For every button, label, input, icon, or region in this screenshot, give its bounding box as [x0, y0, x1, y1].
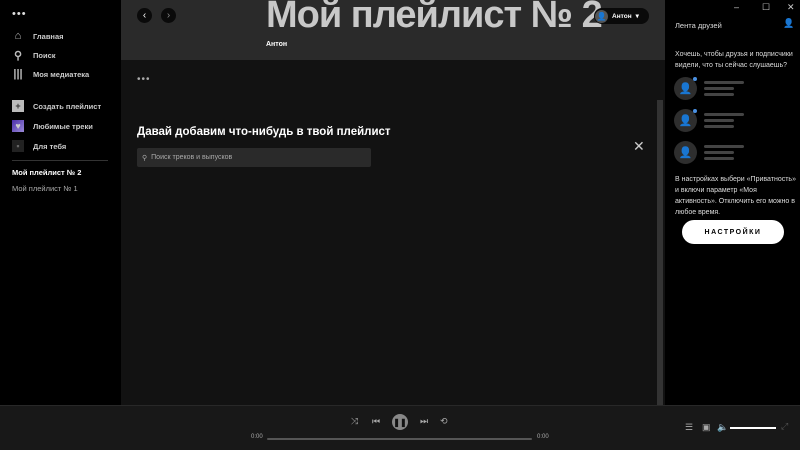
shuffle-icon[interactable]: ⤨: [351, 416, 358, 427]
user-icon: 👤: [674, 109, 697, 132]
close-window-button[interactable]: ✕: [787, 2, 795, 13]
playlist-item[interactable]: Мой плейлист № 2: [12, 168, 81, 177]
nav-label: Для тебя: [33, 141, 67, 151]
search-icon: ⚲: [13, 49, 23, 62]
settings-button[interactable]: НАСТРОЙКИ: [682, 220, 784, 244]
friends-question: Хочешь, чтобы друзья и подписчики видели…: [675, 51, 793, 69]
avatar: 👤: [595, 9, 608, 23]
back-button[interactable]: ‹: [137, 8, 152, 23]
home-icon: ⌂: [14, 30, 22, 42]
fullscreen-icon[interactable]: ⤢: [781, 421, 788, 432]
friend-placeholder: 👤: [674, 77, 744, 100]
nav-label: Главная: [33, 31, 64, 41]
heart-icon: ♥: [12, 120, 24, 132]
for-you-button[interactable]: ▪ Для тебя: [12, 140, 66, 152]
pause-button[interactable]: ❚❚: [392, 414, 408, 430]
nav-label: Создать плейлист: [33, 101, 102, 111]
forward-button[interactable]: ›: [161, 8, 176, 23]
liked-songs-button[interactable]: ♥ Любимые треки: [12, 120, 93, 132]
playlist-item[interactable]: Мой плейлист № 1: [12, 184, 78, 193]
library-icon: |||: [13, 68, 23, 80]
minimize-button[interactable]: –: [734, 2, 739, 12]
player-bar: ⤨ ⏮ ❚❚ ⏭ ⟲ 0:00 0:00 ☰ ▣ 🔈 ⤢: [0, 405, 800, 450]
more-options-button[interactable]: •••: [137, 74, 151, 85]
user-icon: 👤: [674, 77, 697, 100]
duration: 0:00: [537, 434, 549, 440]
scrollbar[interactable]: [657, 100, 663, 405]
create-playlist-button[interactable]: + Создать плейлист: [12, 100, 101, 112]
track-search[interactable]: ⚲: [137, 148, 371, 167]
search-input[interactable]: [151, 154, 352, 161]
plus-icon: +: [12, 100, 24, 112]
nav-home[interactable]: ⌂ Главная: [12, 30, 64, 42]
volume-icon[interactable]: 🔈: [717, 422, 728, 433]
next-icon[interactable]: ⏭: [420, 416, 428, 427]
nav-search[interactable]: ⚲ Поиск: [12, 49, 56, 62]
close-icon[interactable]: ✕: [633, 138, 645, 155]
devices-icon[interactable]: ▣: [702, 422, 711, 433]
queue-icon[interactable]: ☰: [685, 422, 693, 433]
chevron-down-icon: ▾: [635, 13, 639, 20]
nav-label: Поиск: [33, 50, 56, 60]
friend-activity: – ☐ ✕ Лента друзей 👤 Хочешь, чтобы друзь…: [665, 0, 800, 405]
maximize-button[interactable]: ☐: [762, 2, 770, 13]
user-name: Антон: [612, 12, 632, 20]
volume-slider[interactable]: [730, 427, 776, 429]
search-icon: ⚲: [142, 154, 148, 162]
friend-placeholder: 👤: [674, 141, 744, 164]
friends-instructions: В настройках выбери «Приватность» и вклю…: [675, 176, 796, 216]
sidebar: ••• ⌂ Главная ⚲ Поиск ||| Моя медиатека + Со…: [0, 0, 121, 405]
previous-icon[interactable]: ⏮: [372, 416, 380, 427]
user-menu[interactable]: 👤 Антон ▾: [594, 8, 649, 24]
divider: [12, 160, 108, 161]
add-heading: Давай добавим что-нибудь в твой плейлист: [137, 126, 391, 138]
progress-bar[interactable]: [267, 438, 532, 440]
friend-placeholder: 👤: [674, 109, 744, 132]
nav-library[interactable]: ||| Моя медиатека: [12, 68, 89, 80]
main-content: ‹ › Мой плейлист № 2 Антон 👤 Антон ▾ ••• Д…: [121, 0, 665, 405]
for-you-icon: ▪: [12, 140, 24, 152]
nav-label: Моя медиатека: [33, 69, 90, 79]
page-title: Мой плейлист № 2: [266, 0, 603, 36]
add-friend-icon[interactable]: 👤: [783, 18, 794, 29]
playlist-owner[interactable]: Антон: [266, 41, 287, 48]
friends-title: Лента друзей: [675, 21, 722, 30]
nav-label: Любимые треки: [33, 121, 93, 131]
user-icon: 👤: [674, 141, 697, 164]
elapsed-time: 0:00: [251, 434, 263, 440]
playlist-header: ‹ › Мой плейлист № 2 Антон 👤 Антон ▾: [121, 0, 665, 60]
repeat-icon[interactable]: ⟲: [440, 416, 448, 427]
menu-button[interactable]: •••: [12, 8, 27, 20]
